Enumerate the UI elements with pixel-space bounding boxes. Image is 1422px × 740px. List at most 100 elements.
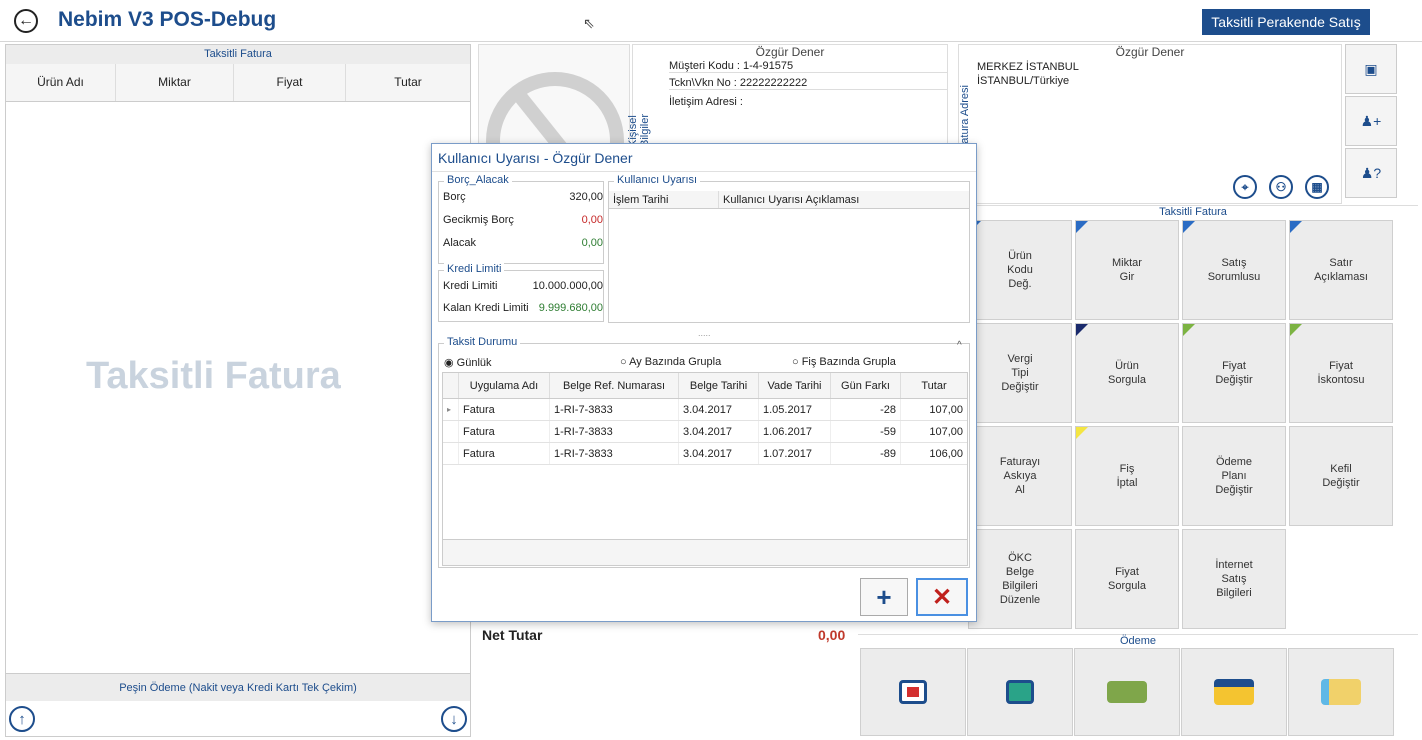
scroll-up-icon[interactable]: ↑ <box>9 706 35 732</box>
cancel-receipt-button[interactable]: Fiş İptal <box>1075 426 1179 526</box>
close-icon[interactable]: ✕ <box>916 578 968 616</box>
lines-table-header: Ürün Adı Miktar Fiyat Tutar <box>6 64 470 102</box>
payment-title: Ödeme <box>858 634 1418 648</box>
button-label: Fiş İptal <box>1116 463 1138 489</box>
button-label: Kefil Değiştir <box>1322 463 1360 489</box>
button-label: Ödeme Planı Değiştir <box>1215 456 1253 496</box>
change-guarantor-button[interactable]: Kefil Değiştir <box>1289 426 1393 526</box>
functions-title: Taksitli Fatura <box>968 205 1418 221</box>
payment-credit-card-button[interactable] <box>1181 648 1287 736</box>
cell-amount: 107,00 <box>929 425 963 438</box>
credit-card-icon <box>1214 679 1254 705</box>
group-title: Taksit Durumu <box>444 336 521 348</box>
receivable-value: 0,00 <box>581 237 603 249</box>
suspend-invoice-button[interactable]: Faturayı Askıya Al <box>968 426 1072 526</box>
product-query-button[interactable]: Ürün Sorgula <box>1075 323 1179 423</box>
scroll-down-icon[interactable]: ↓ <box>441 706 467 732</box>
cell-due-date: 1.06.2017 <box>759 421 831 442</box>
row-selected-icon: ▸ <box>443 399 459 420</box>
row-indicator <box>443 421 459 442</box>
address-line-1: MERKEZ İSTANBUL <box>977 61 1079 73</box>
mouse-cursor-icon: ⇖ <box>583 15 595 31</box>
button-label: Ürün Sorgula <box>1108 360 1146 386</box>
panel-title: Taksitli Fatura <box>6 45 470 64</box>
okc-document-edit-button[interactable]: ÖKC Belge Bilgileri Düzenle <box>968 529 1072 629</box>
invoice-address-panel: Özgür Dener MERKEZ İSTANBUL İSTANBUL/Tür… <box>958 44 1342 204</box>
debt-label: Borç <box>443 191 466 203</box>
cell-amount: 106,00 <box>929 447 963 460</box>
payment-gift-card-button[interactable] <box>860 648 966 736</box>
col-application-name[interactable]: Uygulama Adı <box>459 373 550 398</box>
table-footer <box>443 539 967 565</box>
internet-sales-info-button[interactable]: İnternet Satış Bilgileri <box>1182 529 1286 629</box>
splitter-handle[interactable]: ..... <box>698 328 711 338</box>
col-amount[interactable]: Tutar <box>346 64 470 101</box>
col-warning-description[interactable]: Kullanıcı Uyarısı Açıklaması <box>719 191 969 208</box>
change-product-code-button[interactable]: Ürün Kodu Değ. <box>968 220 1072 320</box>
cell-amount: 107,00 <box>929 403 963 416</box>
overdue-debt-value: 0,00 <box>581 214 603 226</box>
location-pin-icon[interactable]: ⌖ <box>1233 175 1257 199</box>
radio-group-receipt[interactable]: ○ Fiş Bazında Grupla <box>792 356 896 368</box>
dialog-title: Kullanıcı Uyarısı - Özgür Dener <box>432 144 976 172</box>
col-document-ref[interactable]: Belge Ref. Numarası <box>550 373 679 398</box>
radio-daily[interactable]: ◉ Günlük <box>444 356 492 369</box>
cell-document-ref: 1-RI-7-3833 <box>550 421 679 442</box>
button-label: İnternet Satış Bilgileri <box>1215 559 1253 599</box>
overdue-debt-label: Gecikmiş Borç <box>443 214 514 226</box>
table-row[interactable]: Fatura 1-RI-7-3833 3.04.2017 1.06.2017 -… <box>443 421 967 443</box>
wallet-icon <box>1006 680 1034 704</box>
cell-document-ref: 1-RI-7-3833 <box>550 399 679 420</box>
col-transaction-date[interactable]: İşlem Tarihi <box>609 191 719 208</box>
add-icon[interactable]: + <box>860 578 908 616</box>
radio-label: Ay Bazında Grupla <box>629 356 722 368</box>
collapse-icon[interactable]: ^ <box>957 340 962 351</box>
col-amount[interactable]: Tutar <box>901 373 967 398</box>
customer-tax-no: Tckn\Vkn No : 22222222222 <box>669 77 947 90</box>
change-price-button[interactable]: Fiyat Değiştir <box>1182 323 1286 423</box>
cell-application: Fatura <box>459 399 550 420</box>
contacts-icon[interactable]: ⚇ <box>1269 175 1293 199</box>
button-label: Faturayı Askıya Al <box>999 456 1041 496</box>
table-row[interactable]: ▸ Fatura 1-RI-7-3833 3.04.2017 1.05.2017… <box>443 399 967 421</box>
cell-day-difference: -59 <box>831 421 901 442</box>
payment-wallet-button[interactable] <box>967 648 1073 736</box>
col-day-difference[interactable]: Gün Farkı <box>831 373 901 398</box>
cell-due-date: 1.07.2017 <box>759 443 831 464</box>
button-label: Vergi Tipi Değiştir <box>1001 353 1039 393</box>
group-title: Kredi Limiti <box>444 263 505 275</box>
payment-cash-button[interactable] <box>1074 648 1180 736</box>
customer-card-icon[interactable]: ▣ <box>1345 44 1397 94</box>
col-quantity[interactable]: Miktar <box>116 64 234 101</box>
installment-table: Uygulama Adı Belge Ref. Numarası Belge T… <box>442 372 968 566</box>
line-description-button[interactable]: Satır Açıklaması <box>1289 220 1393 320</box>
sales-person-button[interactable]: Satış Sorumlusu <box>1182 220 1286 320</box>
back-arrow-icon[interactable]: ← <box>14 9 38 33</box>
col-document-date[interactable]: Belge Tarihi <box>679 373 759 398</box>
change-payment-plan-button[interactable]: Ödeme Planı Değiştir <box>1182 426 1286 526</box>
credit-limit-label: Kredi Limiti <box>443 280 498 292</box>
change-tax-type-button[interactable]: Vergi Tipi Değiştir <box>968 323 1072 423</box>
calendar-icon[interactable]: ▦ <box>1305 175 1329 199</box>
remaining-limit-value: 9.999.680,00 <box>538 302 603 314</box>
price-query-button[interactable]: Fiyat Sorgula <box>1075 529 1179 629</box>
contact-address-label: İletişim Adresi : <box>669 96 743 108</box>
table-row[interactable]: Fatura 1-RI-7-3833 3.04.2017 1.07.2017 -… <box>443 443 967 465</box>
sales-mode-button[interactable]: Taksitli Perakende Satış <box>1202 9 1370 35</box>
enter-quantity-button[interactable]: Miktar Gir <box>1075 220 1179 320</box>
price-discount-button[interactable]: Fiyat İskontosu <box>1289 323 1393 423</box>
cell-document-date: 3.04.2017 <box>679 443 759 464</box>
cell-day-difference: -28 <box>831 399 901 420</box>
col-price[interactable]: Fiyat <box>234 64 346 101</box>
cash-payment-button[interactable]: Peşin Ödeme (Nakit veya Kredi Kartı Tek … <box>6 673 470 701</box>
cell-document-date: 3.04.2017 <box>679 399 759 420</box>
col-product-name[interactable]: Ürün Adı <box>6 64 116 101</box>
add-customer-icon[interactable]: ♟+ <box>1345 96 1397 146</box>
cash-icon <box>1107 681 1147 703</box>
credit-limit-group: Kredi Limiti Kredi Limiti 10.000.000,00 K… <box>438 263 604 322</box>
radio-group-monthly[interactable]: ○ Ay Bazında Grupla <box>620 356 721 368</box>
user-warning-group: Kullanıcı Uyarısı İşlem Tarihi Kullanıcı… <box>608 174 970 323</box>
payment-debit-card-button[interactable] <box>1288 648 1394 736</box>
col-due-date[interactable]: Vade Tarihi <box>759 373 831 398</box>
search-customer-icon[interactable]: ♟? <box>1345 148 1397 198</box>
